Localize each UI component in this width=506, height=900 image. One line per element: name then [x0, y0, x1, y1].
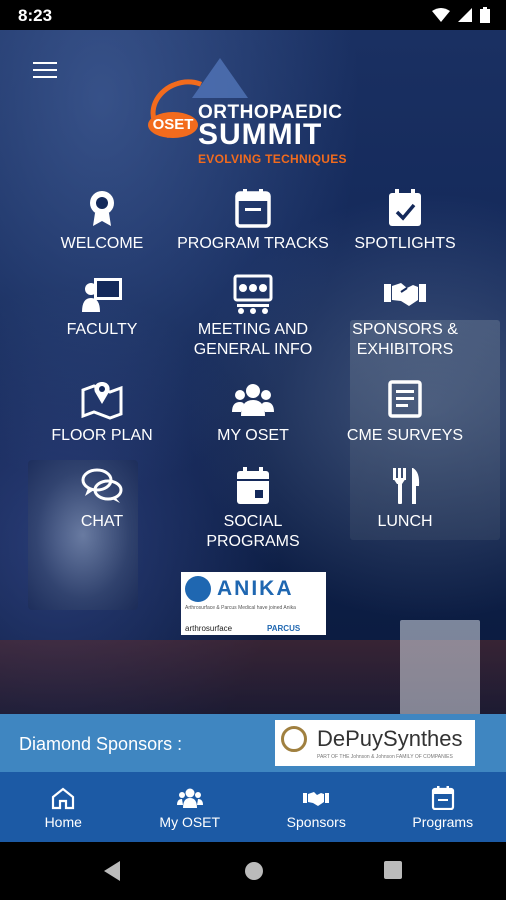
calendar-icon	[431, 786, 454, 810]
tile-meeting-info[interactable]: MEETING AND GENERAL INFO	[170, 274, 336, 360]
map-icon	[81, 382, 123, 420]
users-icon	[176, 788, 203, 808]
anika-ad-banner[interactable]: ANIKA Arthrosurface & Parcus Medical hav…	[181, 572, 326, 635]
tile-sponsors-exhibitors[interactable]: SPONSORS & EXHIBITORS	[322, 274, 488, 360]
home-nav-icon[interactable]	[243, 860, 265, 882]
signal-icon	[458, 8, 472, 22]
tile-cme-surveys[interactable]: CME SURVEYS	[322, 380, 488, 446]
back-icon[interactable]	[102, 860, 122, 882]
handshake-icon	[303, 792, 330, 806]
tile-faculty[interactable]: FACULTY	[19, 274, 185, 340]
chat-icon	[81, 468, 123, 503]
diamond-sponsors-label: Diamond Sponsors :	[19, 734, 183, 754]
tab-my-oset[interactable]: My OSET	[127, 772, 254, 842]
tile-spotlights[interactable]: SPOTLIGHTS	[322, 188, 488, 254]
tile-program-tracks[interactable]: PROGRAM TRACKS	[170, 188, 336, 254]
anika-logo-mark	[185, 576, 211, 602]
oset-logo: OSET ORTHOPAEDIC SUMMIT EVOLVING TECHNIQ…	[140, 58, 365, 168]
handshake-icon	[384, 283, 426, 306]
depuy-name: DePuySynthes	[317, 726, 463, 751]
anika-subtext: Arthrosurface & Parcus Medical have join…	[185, 605, 296, 611]
anika-brand-arthrosurface: arthrosurface	[185, 624, 233, 633]
battery-icon	[480, 7, 490, 23]
tile-welcome[interactable]: WELCOME	[19, 188, 185, 254]
calendar-icon	[237, 467, 269, 504]
menu-icon[interactable]	[33, 62, 57, 78]
tile-my-oset[interactable]: MY OSET	[170, 380, 336, 446]
tile-chat[interactable]: CHAT	[19, 466, 185, 532]
award-icon	[90, 191, 114, 226]
system-nav-bar	[0, 842, 506, 900]
anika-brand-parcus: PARCUS	[267, 624, 301, 633]
tile-lunch[interactable]: LUNCH	[322, 466, 488, 532]
calendar-check-icon	[389, 189, 421, 226]
users-icon	[232, 384, 274, 416]
depuy-synthes-logo[interactable]: DePuySynthes PART OF THE Johnson & Johns…	[275, 720, 475, 766]
logo-tagline: EVOLVING TECHNIQUES	[198, 152, 347, 166]
status-bar: 8:23	[0, 0, 506, 30]
document-icon	[388, 380, 422, 418]
presenter-icon	[82, 278, 122, 312]
tab-programs[interactable]: Programs	[380, 772, 506, 842]
bg-podium	[400, 620, 480, 715]
home-icon	[52, 787, 75, 810]
logo-line2: SUMMIT	[198, 118, 323, 151]
tile-floor-plan[interactable]: FLOOR PLAN	[19, 380, 185, 446]
clock: 8:23	[18, 6, 53, 25]
logo-badge: OSET	[148, 112, 198, 138]
wifi-icon	[432, 8, 450, 22]
utensils-icon	[393, 468, 420, 504]
recents-icon[interactable]	[383, 860, 403, 880]
meeting-icon	[233, 274, 273, 314]
tile-social-programs[interactable]: SOCIAL PROGRAMS	[170, 466, 336, 552]
anika-name: ANIKA	[217, 577, 294, 600]
tab-sponsors[interactable]: Sponsors	[253, 772, 380, 842]
bottom-tab-bar: Home My OSET Sponsors Programs	[0, 772, 506, 842]
tab-home[interactable]: Home	[0, 772, 127, 842]
calendar-icon	[235, 189, 271, 228]
status-icons	[432, 7, 490, 23]
depuy-tagline: PART OF THE Johnson & Johnson FAMILY OF …	[317, 754, 453, 760]
